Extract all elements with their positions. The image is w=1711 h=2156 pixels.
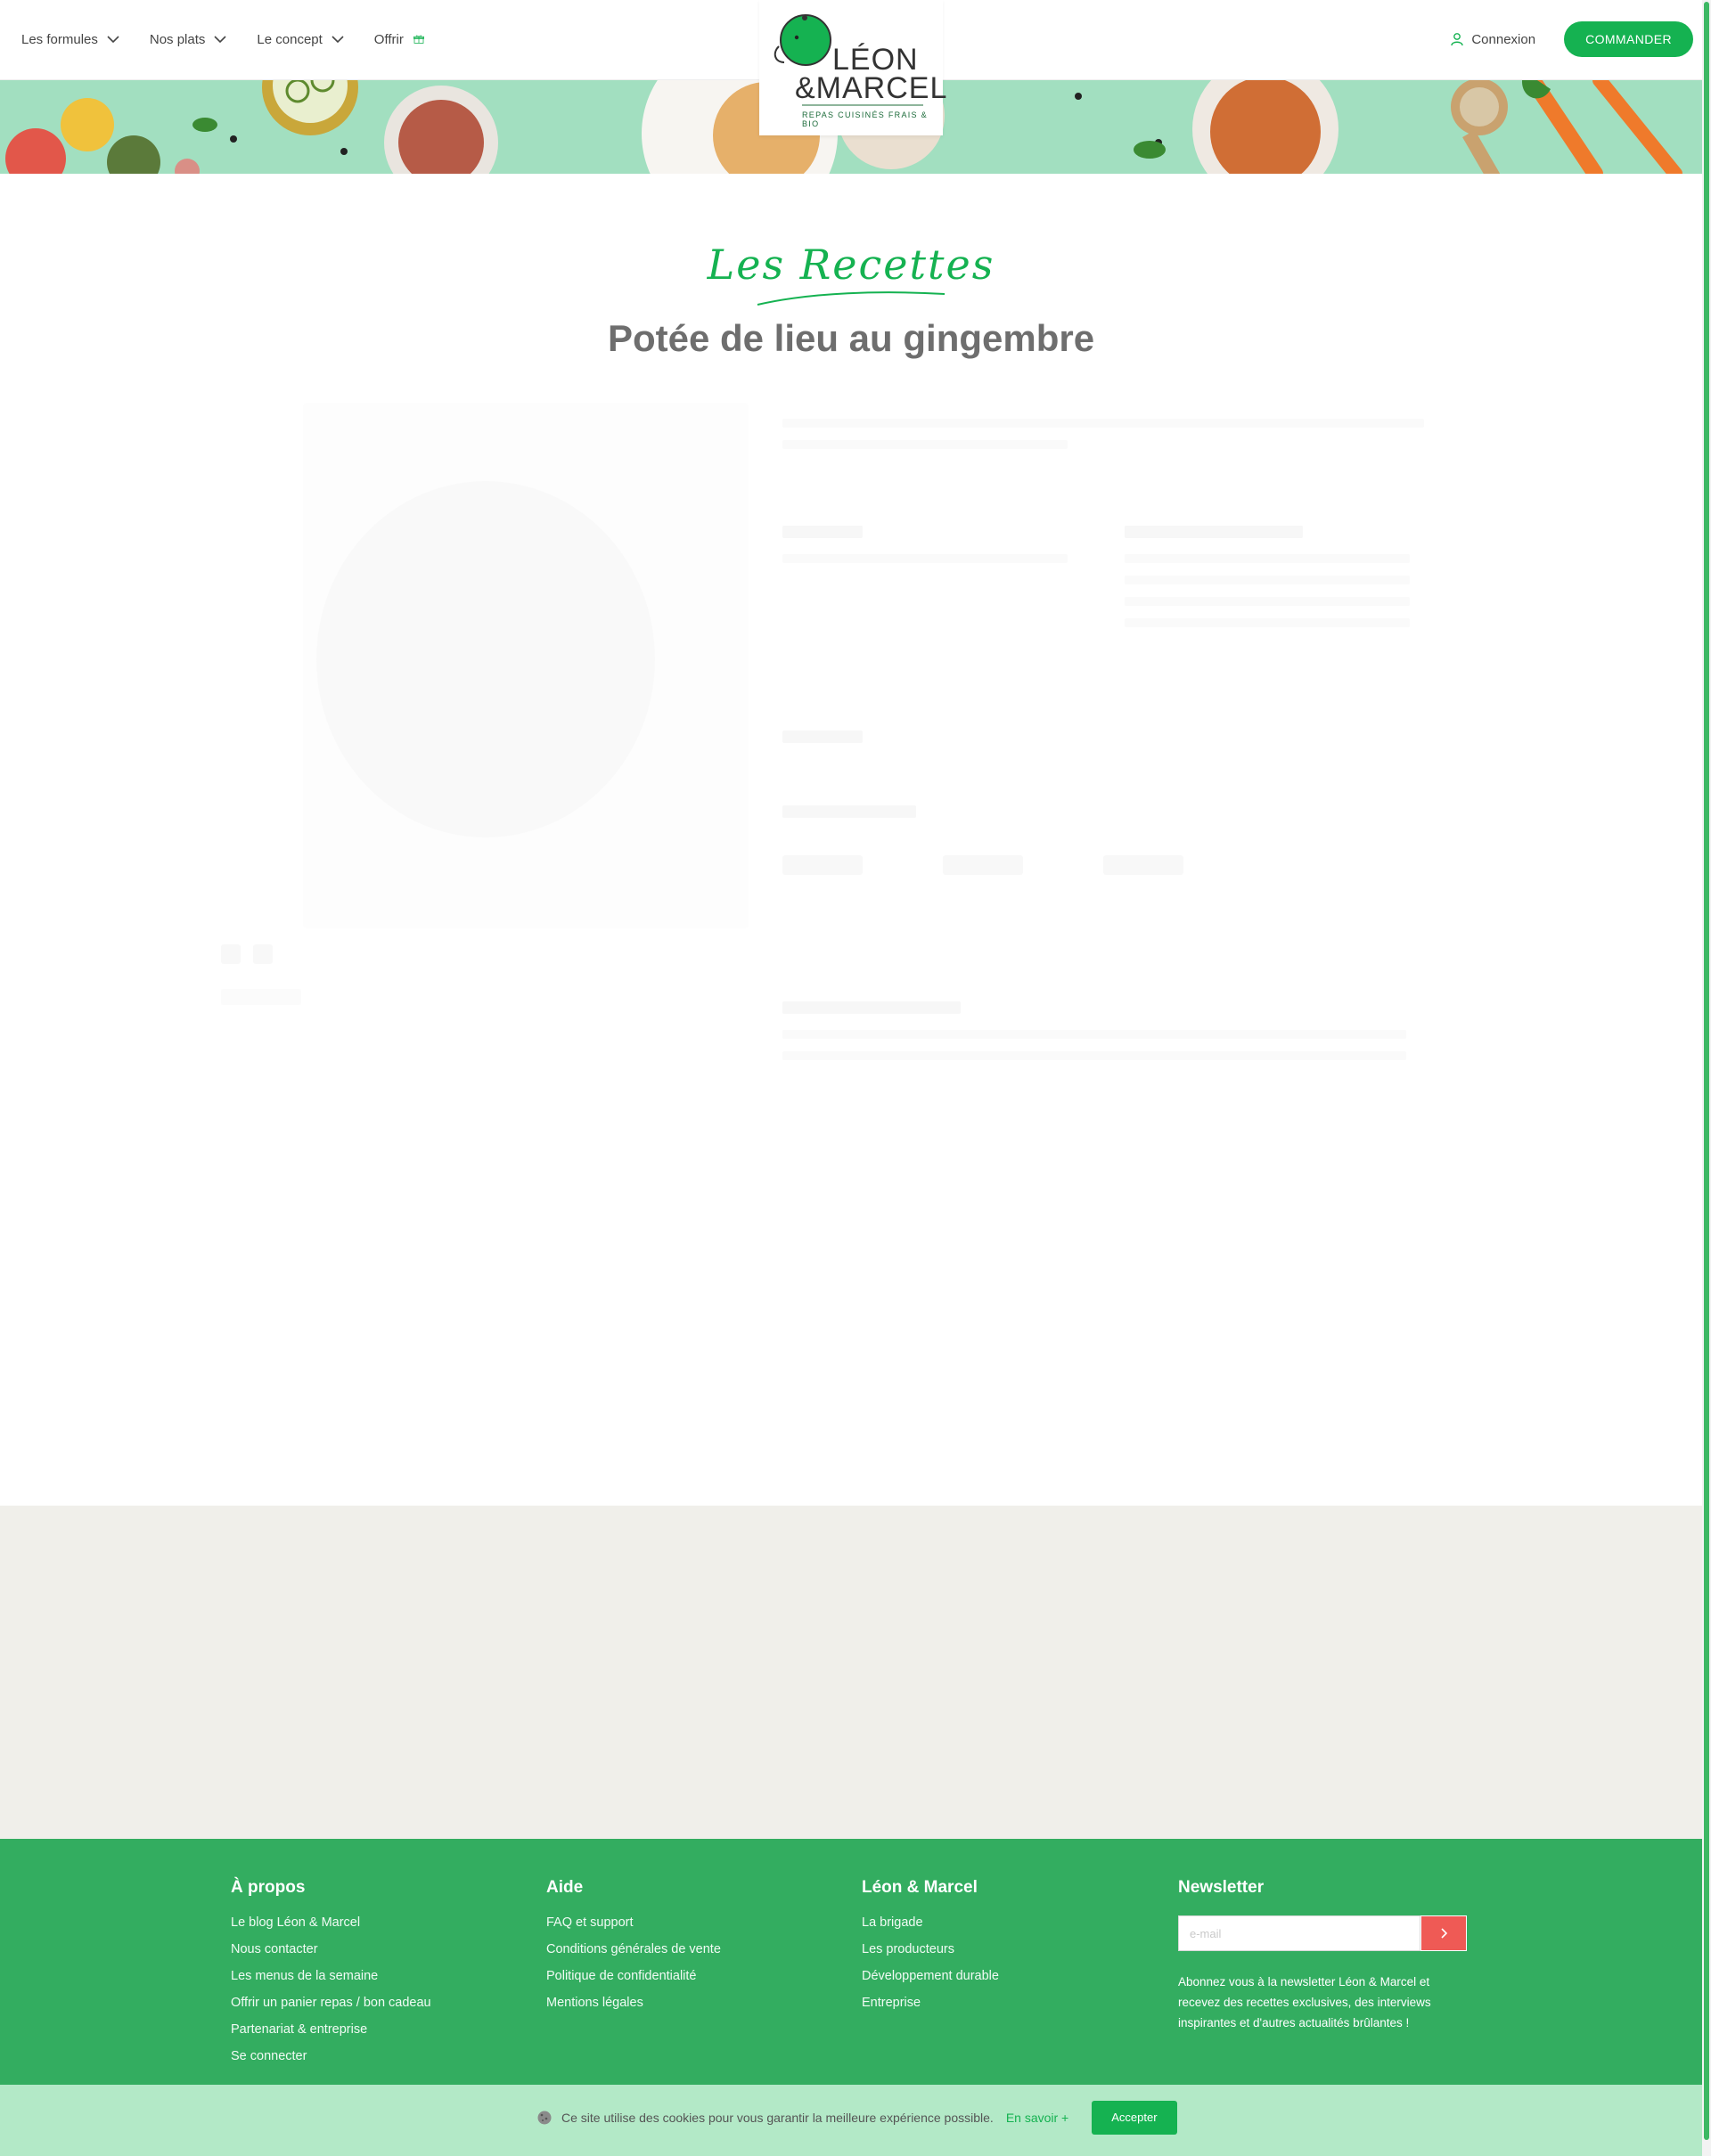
placeholder-heading <box>782 805 916 818</box>
footer-newsletter-title: Newsletter <box>1178 1878 1265 1897</box>
cookie-content: Ce site utilise des cookies pour vous ga… <box>536 2101 1177 2135</box>
newsletter-email-input[interactable] <box>1178 1915 1420 1951</box>
recipe-plate-image <box>316 481 655 837</box>
newsletter-form <box>1178 1915 1467 1951</box>
thumbnail[interactable] <box>221 944 241 964</box>
chevron-right-icon <box>1441 1928 1448 1939</box>
footer-link-business[interactable]: Entreprise <box>862 1996 999 2010</box>
footer-help-title: Aide <box>546 1878 584 1897</box>
chevron-down-icon <box>214 36 226 44</box>
recipe-tag <box>221 989 301 1005</box>
footer-link-login[interactable]: Se connecter <box>231 2049 431 2063</box>
footer-link-partnership[interactable]: Partenariat & entreprise <box>231 2022 431 2037</box>
placeholder-heading-row <box>782 805 916 834</box>
placeholder-pill <box>1103 855 1183 875</box>
cookie-banner: Ce site utilise des cookies pour vous ga… <box>0 2085 1702 2156</box>
placeholder-pills <box>782 855 1442 879</box>
nav-formules-label: Les formules <box>21 31 98 47</box>
scrollbar-thumb[interactable] <box>1704 2 1709 2140</box>
footer-link-contact[interactable]: Nous contacter <box>231 1942 431 1956</box>
nav-concept[interactable]: Le concept <box>257 31 344 47</box>
placeholder-line <box>1125 597 1410 606</box>
placeholder-line <box>782 419 1424 428</box>
chevron-down-icon <box>107 36 119 44</box>
placeholder-line <box>1125 554 1410 563</box>
placeholder-heading <box>1125 526 1303 538</box>
gift-icon <box>413 35 424 44</box>
placeholder-line <box>1125 618 1410 627</box>
recipe-details-placeholder <box>782 419 1442 1060</box>
placeholder-heading <box>782 731 863 743</box>
nav-plats-label: Nos plats <box>149 31 206 47</box>
footer-link-gift[interactable]: Offrir un panier repas / bon cadeau <box>231 1996 431 2010</box>
footer-link-privacy[interactable]: Politique de confidentialité <box>546 1969 721 1983</box>
footer-newsletter-column: Newsletter <box>1178 1878 1264 1915</box>
login-label: Connexion <box>1471 31 1536 47</box>
placeholder-line <box>1125 576 1410 584</box>
nutrition-placeholder <box>1125 526 1428 640</box>
nav-offrir[interactable]: Offrir <box>374 32 425 47</box>
logo-line2: &MARCEL <box>795 71 948 105</box>
footer-link-menus[interactable]: Les menus de la semaine <box>231 1969 431 1983</box>
placeholder-steps <box>782 1001 1442 1073</box>
recipe-thumbnails <box>221 944 273 964</box>
footer-about-column: À propos Le blog Léon & Marcel Nous cont… <box>231 1878 431 2076</box>
cookie-learn-more-link[interactable]: En savoir + <box>1006 2111 1068 2125</box>
cookie-accept-button[interactable]: Accepter <box>1092 2101 1177 2135</box>
footer-brand-title: Léon & Marcel <box>862 1878 978 1897</box>
site-logo[interactable]: LÉON &MARCEL REPAS CUISINÉS FRAIS & BIO <box>759 0 946 135</box>
footer-link-sustainability[interactable]: Développement durable <box>862 1969 999 1983</box>
newsletter-submit-button[interactable] <box>1420 1915 1467 1951</box>
placeholder-heading <box>782 1001 961 1014</box>
nav-plats[interactable]: Nos plats <box>150 32 227 47</box>
nav-offrir-label: Offrir <box>373 31 404 47</box>
footer-link-legal[interactable]: Mentions légales <box>546 1996 721 2010</box>
placeholder-pill <box>943 855 1023 875</box>
recipes-section-label: Les Recettes <box>0 241 1702 289</box>
login-link[interactable]: Connexion <box>1450 32 1535 47</box>
footer-link-cgv[interactable]: Conditions générales de vente <box>546 1942 721 1956</box>
main-nav: Les formules Nos plats Le concept Offrir <box>21 0 425 78</box>
footer-link-brigade[interactable]: La brigade <box>862 1915 999 1930</box>
footer-link-blog[interactable]: Le blog Léon & Marcel <box>231 1915 431 1930</box>
logo-tagline: REPAS CUISINÉS FRAIS & BIO <box>802 110 928 128</box>
footer-brand-column: Léon & Marcel La brigade Les producteurs… <box>862 1878 999 2022</box>
placeholder-line <box>782 1030 1406 1039</box>
placeholder-pill <box>782 855 863 875</box>
footer-link-producers[interactable]: Les producteurs <box>862 1942 999 1956</box>
nav-formules[interactable]: Les formules <box>21 32 119 47</box>
placeholder-line <box>782 1051 1406 1060</box>
recipes-script-text: Les Recettes <box>707 241 995 289</box>
script-underline-decoration <box>757 291 946 306</box>
placeholder-heading-row <box>782 731 863 759</box>
chevron-down-icon <box>332 36 344 44</box>
user-icon <box>1451 33 1464 46</box>
placeholder-heading <box>782 526 863 538</box>
page-scrollbar[interactable] <box>1702 0 1711 2156</box>
footer-help-column: Aide FAQ et support Conditions générales… <box>546 1878 721 2022</box>
order-button[interactable]: COMMANDER <box>1564 21 1693 57</box>
ingredients-placeholder <box>782 526 1085 576</box>
newsletter-description: Abonnez vous à la newsletter Léon & Marc… <box>1178 1975 1431 2029</box>
cookie-icon <box>537 2111 552 2125</box>
cookie-message: Ce site utilise des cookies pour vous ga… <box>561 2111 994 2125</box>
nav-concept-label: Le concept <box>257 31 323 47</box>
footer-about-title: À propos <box>231 1878 306 1897</box>
placeholder-line <box>782 554 1068 563</box>
content-spacer-section <box>0 1506 1702 1839</box>
header-actions: Connexion COMMANDER <box>1450 0 1693 78</box>
placeholder-line <box>782 440 1068 449</box>
thumbnail[interactable] <box>253 944 273 964</box>
recipe-title: Potée de lieu au gingembre <box>607 317 1095 359</box>
footer-link-faq[interactable]: FAQ et support <box>546 1915 721 1930</box>
